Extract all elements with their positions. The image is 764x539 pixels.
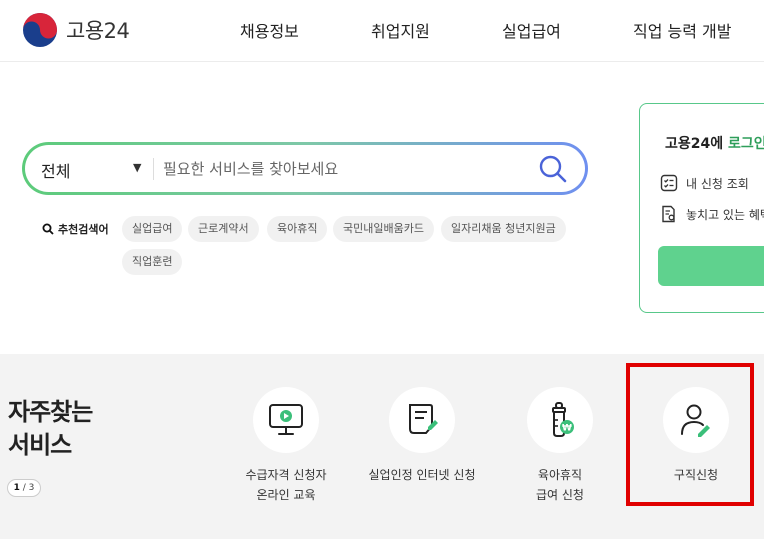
search-input[interactable]: [163, 154, 533, 184]
missed-benefits-link[interactable]: 놓치고 있는 혜택: [660, 205, 764, 223]
recommended-keywords-label: 추천검색어: [42, 221, 109, 237]
pager-total: 3: [28, 483, 35, 493]
header: 고용24 채용정보 취업지원 실업급여 직업 능력 개발: [0, 0, 764, 62]
svg-text:₩: ₩: [562, 424, 572, 434]
search-divider: [153, 158, 154, 180]
baby-bottle-won-icon: ₩: [552, 402, 574, 437]
nav-vocational-training[interactable]: 직업 능력 개발: [633, 18, 732, 42]
recommended-keywords-text: 추천검색어: [58, 223, 109, 236]
service-icon-circle: [253, 387, 319, 453]
pager-current: 1: [13, 483, 20, 493]
service-label: 실업인정 인터넷 신청: [368, 468, 476, 482]
service-label: 육아휴직 급여 신청: [536, 468, 584, 502]
search-small-icon: [42, 223, 54, 235]
service-icon-circle: ₩: [527, 387, 593, 453]
search-bar: 전체 ▼: [22, 142, 588, 195]
section-title-line1: 자주찾는: [8, 398, 93, 426]
missed-benefits-label: 놓치고 있는 혜택: [686, 207, 764, 222]
service-parental-leave-benefit[interactable]: ₩ 육아휴직 급여 신청: [495, 387, 625, 505]
logo-text: 고용24: [66, 19, 130, 43]
login-button[interactable]: [658, 246, 764, 286]
caret-down-icon[interactable]: ▼: [133, 161, 141, 174]
section-title-line2: 서비스: [8, 431, 72, 459]
checklist-icon: [660, 174, 678, 192]
search-bar-inner: 전체 ▼: [25, 145, 585, 192]
login-title: 고용24에 로그인: [665, 133, 764, 153]
nav-employment-support[interactable]: 취업지원: [371, 18, 430, 42]
keyword-chip[interactable]: 일자리채움 청년지원금: [441, 216, 566, 242]
carousel-pager[interactable]: 1 / 3: [7, 479, 41, 497]
document-search-icon: [662, 205, 675, 223]
monitor-play-icon: [269, 404, 303, 435]
login-card: 고용24에 로그인 내 신청 조회 놓치고 있는 혜택: [639, 103, 764, 313]
section-title: 자주찾는 서비스: [8, 396, 93, 462]
keyword-chip[interactable]: 직업훈련: [122, 249, 183, 275]
taegeuk-logo-icon: [23, 13, 57, 47]
keyword-chip[interactable]: 실업급여: [122, 216, 183, 242]
highlight-box: [626, 363, 754, 506]
search-scope-select[interactable]: 전체: [41, 158, 70, 182]
keyword-chip[interactable]: 국민내일배움카드: [333, 216, 434, 242]
my-applications-label: 내 신청 조회: [686, 176, 749, 191]
service-online-education[interactable]: 수급자격 신청자 온라인 교육: [221, 387, 351, 505]
nav-unemployment-benefit[interactable]: 실업급여: [502, 18, 561, 42]
nav-job-info[interactable]: 채용정보: [240, 18, 299, 42]
service-unemployment-recognition[interactable]: 실업인정 인터넷 신청: [357, 387, 487, 485]
logo[interactable]: 고용24: [22, 12, 130, 48]
service-label: 수급자격 신청자 온라인 교육: [245, 468, 327, 502]
login-title-link[interactable]: 로그인: [728, 136, 764, 152]
login-title-prefix: 고용24에: [665, 136, 728, 152]
my-applications-link[interactable]: 내 신청 조회: [660, 174, 749, 192]
keyword-chip[interactable]: 근로계약서: [188, 216, 259, 242]
keyword-chip[interactable]: 육아휴직: [267, 216, 328, 242]
search-icon[interactable]: [537, 153, 569, 185]
document-edit-icon: [409, 404, 438, 434]
service-icon-circle: [389, 387, 455, 453]
